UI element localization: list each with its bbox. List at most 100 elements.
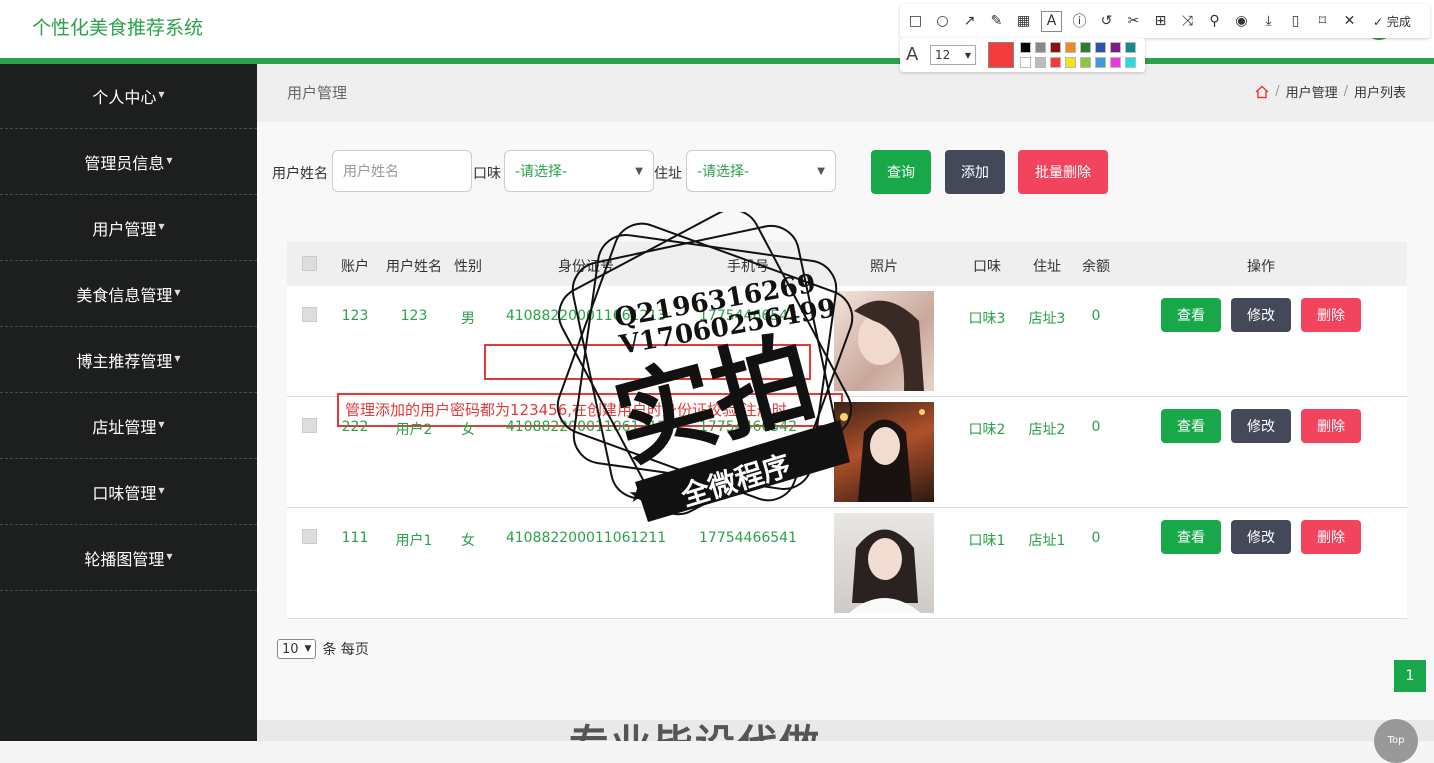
sidebar-item-personal-center[interactable]: 个人中心 ▼ xyxy=(0,64,257,129)
delete-button[interactable]: 删除 xyxy=(1301,409,1361,443)
sidebar-item-label: 店址管理 xyxy=(92,418,157,437)
annotation-style-bar: A 12 ▼ xyxy=(900,38,1145,72)
sidebar-item-label: 博主推荐管理 xyxy=(76,352,173,371)
view-button[interactable]: 查看 xyxy=(1161,298,1221,332)
arrow-tool-icon[interactable]: ↗ xyxy=(960,12,979,31)
text-tool-icon[interactable]: A xyxy=(1041,10,1062,32)
name-filter-input[interactable]: 用户姓名 xyxy=(332,150,472,192)
page-number-button[interactable]: 1 xyxy=(1394,660,1426,692)
taste-filter-select[interactable]: -请选择- ▼ xyxy=(504,150,654,192)
column-header-account: 账户 xyxy=(341,259,369,275)
sidebar-item-user-management[interactable]: 用户管理 ▼ xyxy=(0,196,257,261)
mosaic-tool-icon[interactable]: ▦ xyxy=(1014,12,1033,31)
chevron-down-icon: ▼ xyxy=(158,485,165,495)
view-button[interactable]: 查看 xyxy=(1161,520,1221,554)
sidebar-item-label: 美食信息管理 xyxy=(76,286,173,305)
translate-icon[interactable]: ⤨ xyxy=(1178,12,1197,31)
color-swatch[interactable] xyxy=(1020,57,1031,68)
undo-icon[interactable]: ↺ xyxy=(1097,12,1116,31)
color-swatch[interactable] xyxy=(1095,57,1106,68)
row-checkbox[interactable] xyxy=(302,418,317,433)
color-swatch[interactable] xyxy=(1125,57,1136,68)
close-icon[interactable]: ✕ xyxy=(1340,12,1359,31)
font-size-select[interactable]: 12 ▼ xyxy=(930,45,976,65)
app-title: 个性化美食推荐系统 xyxy=(32,17,204,39)
color-swatch[interactable] xyxy=(1110,57,1121,68)
edit-button[interactable]: 修改 xyxy=(1231,520,1291,554)
phone-icon[interactable]: ▯ xyxy=(1286,12,1305,31)
row-checkbox[interactable] xyxy=(302,529,317,544)
chevron-down-icon: ▼ xyxy=(166,155,173,165)
cell-taste: 口味3 xyxy=(968,311,1006,327)
cell-account: 111 xyxy=(341,530,369,546)
done-button[interactable]: ✓ 完成 xyxy=(1373,13,1411,30)
crop-icon[interactable]: ✂ xyxy=(1124,12,1143,31)
column-header-id-number: 身份证号 xyxy=(558,259,614,275)
bookmark-icon[interactable]: ⌑ xyxy=(1313,12,1332,31)
cell-account: 222 xyxy=(341,419,369,435)
color-swatch[interactable] xyxy=(1110,42,1121,53)
footer-banner-text: 专业毕设代做 xyxy=(569,720,821,741)
sidebar-item-blogger-recommend[interactable]: 博主推荐管理 ▼ xyxy=(0,328,257,393)
photo-portrait xyxy=(849,529,921,613)
photo-portrait xyxy=(854,300,924,391)
delete-button[interactable]: 删除 xyxy=(1301,520,1361,554)
color-swatch[interactable] xyxy=(1065,57,1076,68)
query-button[interactable]: 查询 xyxy=(871,150,931,194)
color-swatch[interactable] xyxy=(1080,57,1091,68)
color-swatch[interactable] xyxy=(1035,57,1046,68)
color-swatch[interactable] xyxy=(1125,42,1136,53)
cell-name: 123 xyxy=(400,308,428,324)
color-swatch[interactable] xyxy=(1080,42,1091,53)
pin-icon[interactable]: ⚲ xyxy=(1205,12,1224,31)
sidebar-item-label: 管理员信息 xyxy=(84,154,165,173)
rectangle-tool-icon[interactable]: □ xyxy=(906,12,925,31)
cell-taste: 口味2 xyxy=(968,422,1006,438)
sidebar-item-food-info[interactable]: 美食信息管理 ▼ xyxy=(0,262,257,327)
column-header-actions: 操作 xyxy=(1247,259,1275,275)
back-to-top-button[interactable]: Top xyxy=(1374,719,1418,763)
cell-gender: 男 xyxy=(461,311,475,327)
number-tool-icon[interactable]: ⓘ xyxy=(1070,12,1089,31)
sidebar-item-admin-info[interactable]: 管理员信息 ▼ xyxy=(0,130,257,195)
ellipse-tool-icon[interactable]: ○ xyxy=(933,12,952,31)
breadcrumb-level1[interactable]: 用户管理 xyxy=(1286,82,1338,101)
cell-id-number: 410882200011061213 xyxy=(505,308,667,324)
color-swatch[interactable] xyxy=(1095,42,1106,53)
font-icon: A xyxy=(906,44,919,65)
home-icon[interactable] xyxy=(1255,85,1269,99)
ocr-icon[interactable]: ⊞ xyxy=(1151,12,1170,31)
add-button[interactable]: 添加 xyxy=(945,150,1005,194)
delete-button[interactable]: 删除 xyxy=(1301,298,1361,332)
download-icon[interactable]: ⤓ xyxy=(1259,12,1278,31)
active-color-swatch[interactable] xyxy=(988,42,1014,68)
chevron-down-icon: ▼ xyxy=(964,50,971,60)
sidebar-item-carousel[interactable]: 轮播图管理 ▼ xyxy=(0,526,257,591)
annotation-toolbar: □ ○ ↗ ✎ ▦ A ⓘ ↺ ✂ ⊞ ⤨ ⚲ ◉ ⤓ ▯ ⌑ ✕ ✓ 完成 xyxy=(900,4,1430,38)
edit-button[interactable]: 修改 xyxy=(1231,409,1291,443)
sidebar-item-taste[interactable]: 口味管理 ▼ xyxy=(0,460,257,525)
color-swatch[interactable] xyxy=(1065,42,1076,53)
view-button[interactable]: 查看 xyxy=(1161,409,1221,443)
select-all-checkbox[interactable] xyxy=(302,256,317,271)
color-swatch[interactable] xyxy=(1020,42,1031,53)
sidebar-item-store-address[interactable]: 店址管理 ▼ xyxy=(0,394,257,459)
batch-delete-button[interactable]: 批量删除 xyxy=(1018,150,1108,194)
color-swatch[interactable] xyxy=(1050,57,1061,68)
font-size-value: 12 xyxy=(935,48,951,62)
page-size-select[interactable]: 10 ▼ xyxy=(277,639,317,659)
edit-button[interactable]: 修改 xyxy=(1231,298,1291,332)
address-filter-label: 住址 xyxy=(654,166,682,182)
cell-gender: 女 xyxy=(461,533,475,549)
row-checkbox[interactable] xyxy=(302,307,317,322)
sidebar-item-label: 口味管理 xyxy=(92,484,157,503)
name-filter-placeholder: 用户姓名 xyxy=(343,164,399,180)
record-icon[interactable]: ◉ xyxy=(1232,12,1251,31)
color-swatch[interactable] xyxy=(1050,42,1061,53)
color-swatch[interactable] xyxy=(1035,42,1046,53)
sidebar: 个人中心 ▼ 管理员信息 ▼ 用户管理 ▼ 美食信息管理 ▼ 博主推荐管理 ▼ 店址管理 ▼… xyxy=(0,64,257,741)
pen-tool-icon[interactable]: ✎ xyxy=(987,12,1006,31)
address-filter-select[interactable]: -请选择- ▼ xyxy=(686,150,836,192)
table-header: 账户 用户姓名 性别 身份证号 手机号 照片 口味 住址 余额 操作 xyxy=(287,242,1407,286)
table-row: 222 用户2 女 410882200011061212 17754466542… xyxy=(287,397,1407,508)
